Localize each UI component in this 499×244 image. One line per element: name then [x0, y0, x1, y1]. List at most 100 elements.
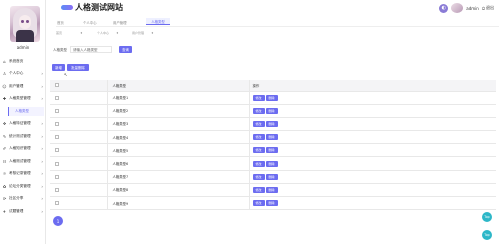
edit-button[interactable]: 修改 [252, 107, 265, 114]
table-row: 人格类型7 修改 删除 [50, 170, 496, 184]
delete-button[interactable]: 删除 [265, 94, 278, 101]
edit-button[interactable]: 修改 [252, 160, 265, 167]
sidebar-subitem-personality-type[interactable]: 人格类型 [8, 106, 44, 116]
row-type: 人格类型3 [106, 117, 249, 132]
sidebar-item-knowledge[interactable]: ✐ 人格知识管理 › [2, 144, 46, 154]
search-label: 人格类型 [53, 48, 67, 52]
sidebar-item-label: 系统首页 [9, 58, 24, 63]
row-checkbox[interactable] [55, 148, 59, 153]
row-ops: 修改 删除 [248, 104, 496, 118]
sidebar-item-share[interactable]: ⟳ 社区分享 › [2, 194, 46, 204]
delete-button[interactable]: 删除 [265, 147, 278, 154]
record-icon: ☼ [2, 171, 7, 176]
row-checkbox[interactable] [55, 174, 59, 179]
edit-button[interactable]: 修改 [252, 186, 265, 193]
back-to-top-button[interactable]: Top [482, 212, 492, 222]
tab-users[interactable]: 用户管理 [113, 20, 127, 25]
tab-home[interactable]: 首页 [57, 20, 64, 25]
row-checkbox[interactable] [55, 135, 59, 140]
delete-button[interactable]: 删除 [265, 173, 278, 180]
sidebar-item-label: 个人中心 [9, 71, 24, 75]
sidebar-item-exam[interactable]: ✈ 试题管理 › [2, 206, 46, 216]
add-button[interactable]: 新增 [52, 64, 65, 71]
sidebar-item-quiz[interactable]: ☷ 人格测试管理 › [2, 156, 46, 166]
sidebar-item-label: 人格知识管理 [9, 146, 31, 150]
select-all-checkbox[interactable] [55, 83, 59, 88]
back-to-top-button-2[interactable]: Top [482, 230, 492, 240]
delete-button[interactable]: 删除 [265, 107, 278, 114]
row-checkbox[interactable] [55, 121, 59, 126]
table-row: 人格类型4 修改 删除 [50, 130, 496, 145]
row-ops: 修改 删除 [248, 196, 496, 211]
chevron-right-icon: › [41, 71, 43, 76]
edit-button[interactable]: 修改 [252, 120, 265, 127]
row-checkbox[interactable] [55, 161, 59, 166]
row-type: 人格类型9 [106, 196, 249, 211]
sidebar-item-type[interactable]: ✚ 人格类型管理 › [2, 94, 46, 104]
cursor-icon: ↖ [64, 72, 68, 77]
delete-button[interactable]: 删除 [265, 120, 278, 127]
forum-icon: ✿ [2, 183, 7, 189]
sidebar-item-label: 人格特征管理 [9, 121, 31, 125]
row-ops: 修改 删除 [248, 183, 496, 198]
batch-delete-button[interactable]: 批量删除 [67, 64, 89, 71]
row-type: 人格类型8 [106, 183, 249, 198]
sidebar-item-home[interactable]: ⌂ 系统首页 [2, 56, 46, 66]
exam-icon: ✈ [2, 208, 7, 214]
row-checkbox-cell [50, 117, 107, 132]
chevron-right-icon: › [41, 121, 43, 126]
delete-button[interactable]: 删除 [265, 186, 278, 193]
sidebar-item-record[interactable]: ☼ 考核记录管理 › [2, 169, 46, 179]
row-type: 人格类型5 [106, 143, 249, 158]
edit-button[interactable]: 修改 [252, 200, 265, 207]
sidebar-item-label: 人格测试管理 [9, 158, 31, 163]
row-checkbox-cell [50, 170, 107, 184]
sidebar-item-label: 论坛分类管理 [9, 183, 31, 188]
row-checkbox[interactable] [55, 201, 59, 206]
sidebar-item-person[interactable]: ♙ 个人中心 › [2, 69, 46, 79]
sidebar-item-label: 人格类型管理 [9, 96, 31, 100]
edit-button[interactable]: 修改 [252, 94, 265, 101]
top-nav: 首页 个人中心 用户管理 人格类型 首页 ♦ 个人中心 ♦ 用户管理 ♦ [46, 15, 499, 37]
row-checkbox[interactable] [55, 95, 59, 100]
logout-button[interactable]: ⏻ 退出 [482, 5, 494, 11]
row-checkbox-cell [50, 156, 107, 171]
row-checkbox[interactable] [55, 187, 59, 192]
sidebar-item-label: 社区分享 [9, 196, 24, 200]
header-user-area: ◐ admin ⏻ 退出 [439, 3, 494, 13]
tab-users-sub-label: 用户管理 [132, 31, 145, 35]
data-table: 人格类型 操作 人格类型1 修改 删除 人格类型2 修改 删除 人格类型3 修改 删除 人格类型4… [50, 80, 496, 211]
search-button[interactable]: 查询 [119, 46, 132, 53]
row-checkbox-cell [50, 104, 107, 118]
row-ops: 修改 删除 [248, 117, 496, 132]
pagination-current-page[interactable]: 1 [53, 216, 63, 226]
logout-icon: ⏻ [481, 5, 485, 11]
delete-button[interactable]: 删除 [265, 200, 278, 207]
chevron-right-icon: › [41, 158, 43, 164]
sidebar-item-forum[interactable]: ✿ 论坛分类管理 › [2, 181, 46, 191]
header-username[interactable]: admin [466, 6, 479, 11]
type-icon: ✚ [2, 96, 7, 101]
sidebar-item-test[interactable]: ✎ 统计测试管理 › [2, 131, 46, 141]
table-row: 人格类型3 修改 删除 [50, 117, 496, 132]
delete-button[interactable]: 删除 [265, 134, 278, 141]
test-icon: ✎ [2, 133, 7, 139]
tab-personality-type[interactable]: 人格类型 [146, 18, 170, 25]
header-type: 人格类型 [106, 80, 249, 92]
header-avatar[interactable] [451, 3, 464, 13]
chevron-right-icon: › [41, 96, 43, 101]
table-header-row: 人格类型 操作 [50, 80, 496, 92]
edit-button[interactable]: 修改 [252, 173, 265, 180]
sidebar-item-feature[interactable]: ❖ 人格特征管理 › [2, 119, 46, 129]
header-ops: 操作 [248, 80, 496, 92]
delete-button[interactable]: 删除 [265, 160, 278, 167]
search-input[interactable] [70, 46, 112, 53]
chevron-right-icon: › [41, 146, 43, 151]
theme-icon[interactable]: ◐ [439, 3, 449, 13]
edit-button[interactable]: 修改 [252, 147, 265, 154]
row-checkbox[interactable] [55, 108, 59, 113]
home-icon: ⌂ [3, 58, 6, 64]
tab-profile[interactable]: 个人中心 [83, 20, 97, 25]
sidebar-item-users[interactable]: ☺ 用户管理 › [2, 81, 46, 91]
edit-button[interactable]: 修改 [252, 134, 265, 141]
